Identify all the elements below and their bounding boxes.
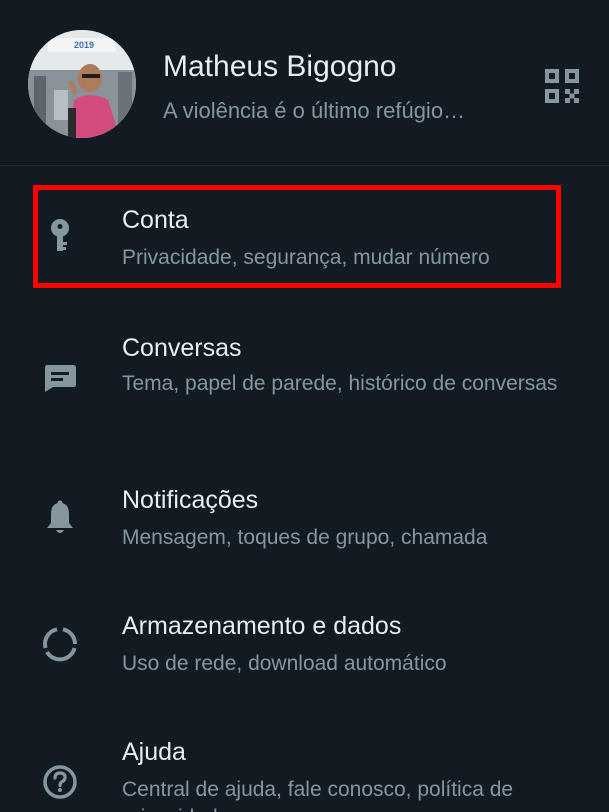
chat-icon: [36, 354, 84, 402]
profile-status: A violência é o último refúgio…: [163, 98, 466, 123]
settings-item-subtitle: Tema, papel de parede, histórico de conv…: [122, 372, 558, 395]
settings-item-title: Notificações: [122, 486, 259, 514]
settings-item-notifications[interactable]: Notificações Mensagem, toques de grupo, …: [0, 470, 609, 570]
data-usage-icon: [36, 620, 84, 668]
settings-item-title: Conversas: [122, 334, 242, 362]
avatar-photo: 2019: [28, 30, 136, 138]
settings-item-title: Armazenamento e dados: [122, 612, 402, 640]
settings-item-title: Ajuda: [122, 738, 186, 766]
help-icon: [36, 758, 84, 806]
avatar-badge-text: 2019: [74, 40, 94, 50]
settings-item-help[interactable]: Ajuda Central de ajuda, fale conosco, po…: [0, 722, 609, 812]
settings-item-subtitle: Mensagem, toques de grupo, chamada: [122, 526, 488, 549]
bell-icon: [36, 494, 84, 542]
settings-item-subtitle: Central de ajuda, fale conosco, política…: [122, 778, 514, 812]
profile-name: Matheus Bigogno: [163, 50, 397, 83]
highlight-box: [33, 185, 561, 288]
qr-code-button[interactable]: [538, 62, 586, 110]
settings-item-chats[interactable]: Conversas Tema, papel de parede, históri…: [0, 318, 609, 438]
qr-code-icon: [545, 69, 579, 103]
profile-header[interactable]: 2019 Matheus Bigogno A violência é o últ…: [0, 0, 609, 166]
avatar[interactable]: 2019: [28, 30, 136, 138]
settings-item-subtitle: Uso de rede, download automático: [122, 652, 447, 675]
settings-item-storage[interactable]: Armazenamento e dados Uso de rede, downl…: [0, 596, 609, 696]
